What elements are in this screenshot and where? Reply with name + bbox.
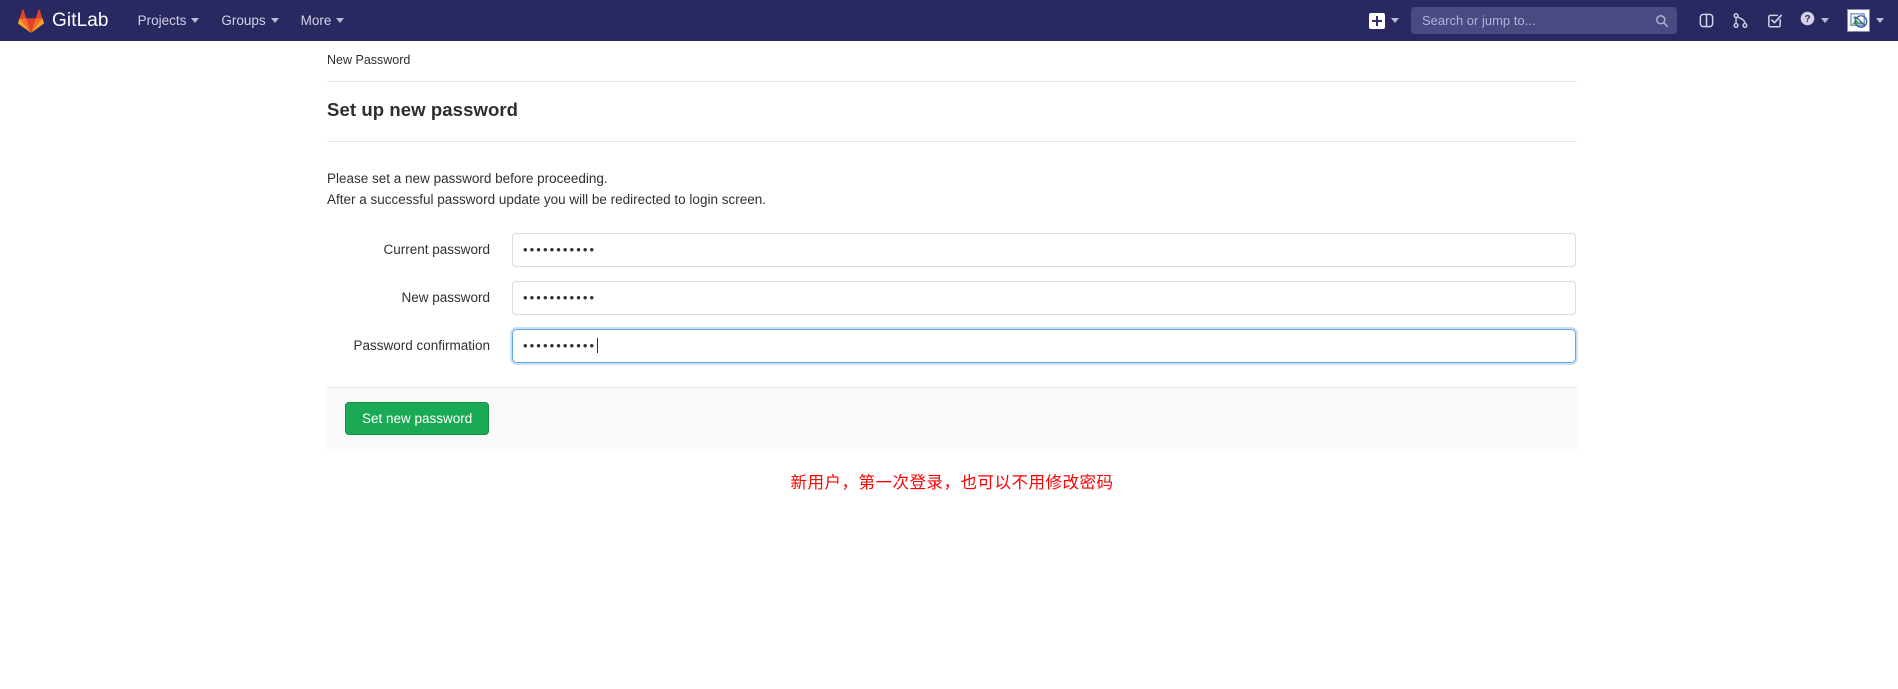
password-confirmation-row: Password confirmation ••••••••••• — [327, 328, 1577, 363]
current-password-input[interactable]: ••••••••••• — [512, 232, 1576, 267]
search-input[interactable] — [1411, 7, 1677, 34]
intro-text-block: Please set a new password before proceed… — [327, 142, 1577, 219]
set-new-password-button[interactable]: Set new password — [345, 401, 490, 435]
issues-icon — [1698, 12, 1715, 29]
gitlab-fox-logo-icon — [18, 8, 44, 34]
merge-requests-button[interactable] — [1723, 0, 1757, 41]
password-confirmation-input[interactable]: ••••••••••• — [512, 328, 1576, 363]
user-menu-button[interactable] — [1837, 0, 1888, 41]
broken-image-avatar-icon — [1847, 9, 1870, 32]
search-container — [1411, 7, 1677, 34]
annotation-text: 新用户，第一次登录，也可以不用修改密码 — [790, 473, 1114, 492]
nav-item-projects-label: Projects — [137, 13, 187, 28]
navbar-right-section: ? — [1365, 0, 1888, 41]
main-content: New Password Set up new password Please … — [327, 41, 1577, 451]
nav-item-groups-label: Groups — [221, 13, 266, 28]
chevron-down-icon — [1391, 18, 1399, 23]
chevron-down-icon — [336, 18, 345, 23]
page-title: Set up new password — [327, 99, 519, 120]
plus-square-icon — [1369, 12, 1385, 29]
svg-text:?: ? — [1804, 14, 1810, 25]
create-new-button[interactable] — [1365, 12, 1409, 29]
top-navbar: GitLab Projects Groups More Search or ju… — [0, 0, 1898, 41]
breadcrumb: New Password — [327, 53, 411, 67]
intro-line-1: Please set a new password before proceed… — [327, 171, 608, 186]
nav-item-more[interactable]: More — [290, 0, 356, 41]
new-password-input[interactable]: ••••••••••• — [512, 280, 1576, 315]
gitlab-home-link[interactable]: GitLab — [12, 0, 127, 41]
issues-button[interactable] — [1689, 0, 1723, 41]
current-password-label: Current password — [383, 242, 490, 258]
new-password-value: ••••••••••• — [523, 290, 597, 306]
todos-button[interactable] — [1757, 0, 1791, 41]
todo-checkbox-icon — [1766, 12, 1783, 29]
password-confirmation-value: ••••••••••• — [523, 338, 597, 354]
help-button[interactable]: ? — [1791, 0, 1837, 41]
current-password-value: ••••••••••• — [523, 242, 597, 258]
chevron-down-icon — [1821, 18, 1829, 23]
new-password-label: New password — [401, 290, 490, 306]
text-cursor — [597, 338, 599, 354]
question-circle-icon: ? — [1799, 10, 1816, 32]
brand-name: GitLab — [52, 9, 109, 31]
new-password-row: New password ••••••••••• — [327, 280, 1577, 315]
form-footer: Set new password — [327, 386, 1577, 451]
password-confirmation-label: Password confirmation — [353, 338, 490, 354]
chevron-down-icon — [1876, 18, 1884, 23]
navbar-left-section: GitLab Projects Groups More — [12, 0, 355, 41]
nav-item-projects[interactable]: Projects — [127, 0, 211, 41]
chevron-down-icon — [270, 18, 279, 23]
intro-line-2: After a successful password update you w… — [327, 192, 766, 208]
merge-request-icon — [1732, 12, 1749, 29]
chevron-down-icon — [191, 18, 200, 23]
nav-item-groups[interactable]: Groups — [210, 0, 289, 41]
current-password-row: Current password ••••••••••• — [327, 232, 1577, 267]
password-form: Current password ••••••••••• New passwor… — [327, 232, 1577, 451]
nav-item-more-label: More — [300, 13, 332, 28]
